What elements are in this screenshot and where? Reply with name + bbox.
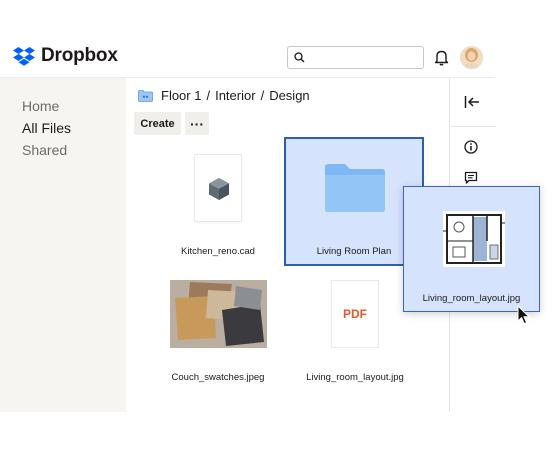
more-options-button[interactable]: ··· bbox=[185, 112, 209, 135]
dropbox-logo[interactable]: Dropbox bbox=[13, 45, 118, 67]
file-name-kitchen[interactable]: Kitchen_reno.cad bbox=[160, 246, 276, 257]
dropbox-logo-text: Dropbox bbox=[41, 45, 118, 66]
bell-icon[interactable] bbox=[434, 49, 449, 66]
dropbox-logo-icon bbox=[13, 46, 35, 66]
comment-icon[interactable] bbox=[464, 171, 478, 185]
shared-folder-icon bbox=[138, 89, 153, 102]
sidebar-item-all-files[interactable]: All Files bbox=[22, 120, 71, 136]
swatches-image bbox=[170, 280, 267, 348]
search-input[interactable] bbox=[310, 49, 420, 66]
sidebar: Home All Files Shared bbox=[0, 78, 126, 412]
floor-plan-thumbnail bbox=[443, 211, 505, 267]
cursor-icon bbox=[517, 305, 531, 325]
pdf-file-thumbnail[interactable]: PDF bbox=[331, 280, 379, 348]
avatar-image bbox=[460, 46, 483, 69]
breadcrumb-item-design[interactable]: Design bbox=[269, 88, 309, 103]
search-icon bbox=[294, 52, 305, 63]
breadcrumb-separator: / bbox=[206, 88, 211, 103]
top-header: Dropbox bbox=[0, 0, 495, 78]
breadcrumb: Floor 1 / Interior / Design bbox=[138, 88, 310, 103]
breadcrumb-root[interactable]: Floor 1 bbox=[161, 88, 201, 103]
file-name-living-room-plan[interactable]: Living Room Plan bbox=[286, 246, 422, 257]
sidebar-item-home[interactable]: Home bbox=[22, 98, 59, 114]
dragged-file-name: Living_room_layout.jpg bbox=[422, 293, 521, 304]
dragged-file-tile[interactable]: Living_room_layout.jpg bbox=[403, 186, 540, 312]
pdf-label: PDF bbox=[343, 307, 367, 321]
cad-file-thumbnail[interactable] bbox=[194, 154, 242, 222]
sidebar-item-shared[interactable]: Shared bbox=[22, 142, 67, 158]
file-name-living-room-layout[interactable]: Living_room_layout.jpg bbox=[296, 372, 414, 383]
file-name-couch-swatches[interactable]: Couch_swatches.jpeg bbox=[160, 372, 276, 383]
right-rail-divider bbox=[450, 126, 496, 127]
collapse-panel-icon[interactable] bbox=[464, 95, 480, 109]
breadcrumb-item-interior[interactable]: Interior bbox=[215, 88, 255, 103]
info-icon[interactable] bbox=[464, 140, 478, 154]
couch-swatches-thumbnail[interactable] bbox=[170, 280, 267, 348]
avatar[interactable] bbox=[460, 46, 483, 69]
folder-icon bbox=[325, 164, 385, 212]
search-box[interactable] bbox=[287, 46, 424, 69]
create-button[interactable]: Create bbox=[134, 112, 181, 135]
cube-icon bbox=[209, 178, 229, 200]
breadcrumb-separator: / bbox=[260, 88, 265, 103]
